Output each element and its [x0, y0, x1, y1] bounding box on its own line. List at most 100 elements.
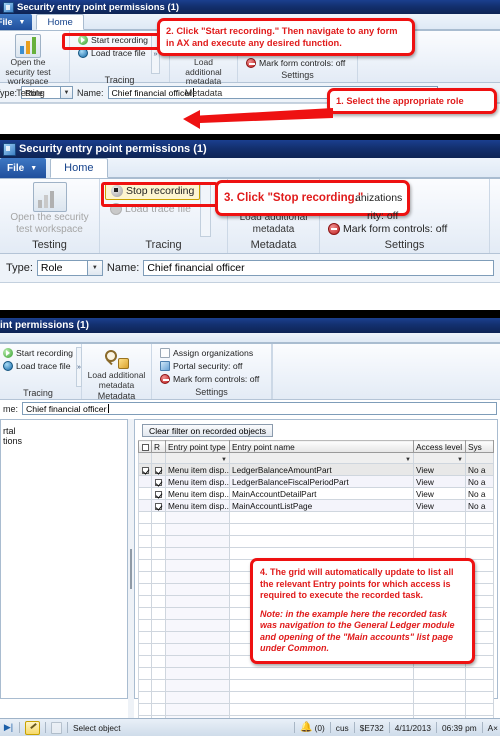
row-entry-point-name[interactable]: LedgerBalanceAmountPart	[229, 463, 414, 476]
empty-cell	[465, 691, 494, 704]
window-3-tabstrip	[0, 333, 500, 344]
row-r-cell[interactable]	[151, 487, 166, 500]
empty-cell	[151, 511, 166, 524]
file-menu-button[interactable]: File ▼	[0, 158, 47, 178]
empty-cell	[151, 547, 166, 560]
row-entry-point-name[interactable]: MainAccountDetailPart	[229, 487, 414, 500]
tab-home[interactable]: Home	[36, 14, 84, 30]
status-session[interactable]: $E732	[360, 723, 384, 733]
row-entry-point-name[interactable]: MainAccountListPage	[229, 499, 414, 512]
filter-cell-access-level[interactable]: ▼	[413, 452, 466, 464]
empty-cell	[465, 535, 494, 548]
clear-filter-button[interactable]: Clear filter on recorded objects	[142, 424, 274, 437]
name-input[interactable]: Chief financial officer	[143, 260, 494, 276]
row-r-checkbox[interactable]	[155, 466, 162, 474]
assign-organizations-partial-text: anizations	[355, 192, 402, 204]
filter-cell-r[interactable]	[151, 452, 166, 464]
load-additional-metadata-button[interactable]: Load additional metadata	[87, 346, 146, 390]
notifications-indicator[interactable]: 🔔 (0)	[300, 722, 325, 733]
row-select-checkbox[interactable]	[141, 466, 149, 474]
empty-cell	[465, 511, 494, 524]
row-entry-point-type[interactable]: Menu item disp...	[165, 499, 230, 512]
filter-cell-entry-point-name[interactable]: ▼	[229, 452, 414, 464]
load-additional-metadata-label: Load additional metadata	[185, 57, 222, 86]
portal-security-button[interactable]: Portal security: off	[157, 360, 262, 372]
grid-col-access-level[interactable]: Access level	[413, 440, 466, 453]
status-time: 06:39 pm	[442, 722, 477, 733]
row-select-cell[interactable]	[138, 487, 152, 500]
divider	[353, 722, 355, 733]
window-3-security-entry-point-permissions: int permissions (1) Start recording Load…	[0, 318, 500, 718]
grid-col-select-all[interactable]	[138, 440, 152, 453]
start-recording-button[interactable]: Start recording	[0, 347, 76, 359]
grid-col-system[interactable]: Sys	[465, 440, 494, 453]
page-icon	[160, 348, 170, 358]
callout-step-4-text: 4. The grid will automatically update to…	[260, 567, 454, 600]
file-menu-button[interactable]: File ▼	[0, 14, 33, 30]
table-row[interactable]: Menu item disp... MainAccountDetailPart Vi…	[138, 487, 494, 500]
row-system[interactable]: No a	[465, 463, 494, 476]
type-select[interactable]: Role ▼	[36, 260, 103, 276]
row-system[interactable]: No a	[465, 487, 494, 500]
ribbon-group-tracing-label: Tracing	[104, 75, 135, 85]
grid-col-entry-point-type[interactable]: Entry point type	[165, 440, 230, 453]
row-entry-point-name[interactable]: LedgerBalanceFiscalPeriodPart	[229, 475, 414, 488]
select-all-checkbox[interactable]	[141, 443, 149, 451]
row-r-cell[interactable]	[151, 475, 166, 488]
table-row[interactable]: Menu item disp... LedgerBalanceAmountPart…	[138, 463, 494, 476]
assign-organizations-button[interactable]: Assign organizations	[157, 347, 262, 359]
row-entry-point-type[interactable]: Menu item disp...	[165, 487, 230, 500]
row-select-cell[interactable]	[138, 475, 152, 488]
empty-cell	[229, 511, 414, 524]
tree-item-portal[interactable]: rtal	[1, 426, 127, 436]
row-entry-point-type[interactable]: Menu item disp...	[165, 463, 230, 476]
empty-cell	[165, 547, 230, 560]
row-entry-point-type[interactable]: Menu item disp...	[165, 475, 230, 488]
open-security-test-workspace-label: Open the security test workspace	[5, 57, 51, 86]
status-company[interactable]: cus	[336, 723, 349, 733]
mark-form-controls-button[interactable]: Mark form controls: off	[243, 57, 348, 69]
filter-cell-system[interactable]	[465, 452, 494, 464]
load-trace-file-button[interactable]: Load trace file	[0, 360, 76, 372]
next-record-icon[interactable]: ▶|	[3, 722, 14, 733]
grid-col-r[interactable]: R	[151, 440, 166, 453]
table-row[interactable]: Menu item disp... LedgerBalanceFiscalPeri…	[138, 475, 494, 488]
row-access-level[interactable]: View	[413, 487, 466, 500]
row-system[interactable]: No a	[465, 499, 494, 512]
mark-form-controls-button[interactable]: Mark form controls: off	[157, 373, 262, 385]
row-r-checkbox[interactable]	[155, 478, 162, 486]
empty-cell	[165, 655, 230, 668]
row-system[interactable]: No a	[465, 475, 494, 488]
row-select-cell[interactable]	[138, 499, 152, 512]
filter-cell-entry-point-type[interactable]: ▼	[165, 452, 230, 464]
row-access-level[interactable]: View	[413, 499, 466, 512]
tree-item-organizations[interactable]: tions	[1, 436, 127, 446]
empty-cell	[151, 559, 166, 572]
row-r-checkbox[interactable]	[155, 490, 162, 498]
tree-pane[interactable]: rtal tions	[0, 419, 128, 699]
grid-col-entry-point-name[interactable]: Entry point name	[229, 440, 414, 453]
row-access-level[interactable]: View	[413, 463, 466, 476]
clear-filter-label: Clear filter on recorded objects	[149, 425, 267, 436]
row-access-level[interactable]: View	[413, 475, 466, 488]
row-r-cell[interactable]	[151, 499, 166, 512]
empty-cell	[229, 523, 414, 536]
name-input[interactable]: Chief financial officer	[22, 402, 497, 415]
load-trace-file-label: Load trace file	[16, 361, 71, 371]
tracing-expander-button[interactable]: »	[75, 347, 82, 387]
mark-form-controls-label: Mark form controls: off	[343, 223, 448, 235]
table-row[interactable]: Menu item disp... MainAccountListPage View…	[138, 499, 494, 512]
row-r-cell[interactable]	[151, 463, 166, 476]
empty-cell	[151, 703, 166, 716]
callout-step-1-arrow	[183, 108, 333, 132]
edit-pen-icon[interactable]	[25, 720, 40, 735]
row-r-checkbox[interactable]	[155, 502, 162, 510]
row-select-cell[interactable]	[138, 463, 152, 476]
tabstrip-filler	[0, 333, 500, 343]
mark-form-controls-button[interactable]: Mark form controls: off	[325, 222, 450, 236]
globe-icon	[3, 361, 13, 371]
divider	[329, 722, 331, 733]
empty-cell	[151, 679, 166, 692]
open-security-test-workspace-button[interactable]: Open the security test workspace	[0, 33, 59, 87]
tab-home[interactable]: Home	[50, 158, 108, 178]
